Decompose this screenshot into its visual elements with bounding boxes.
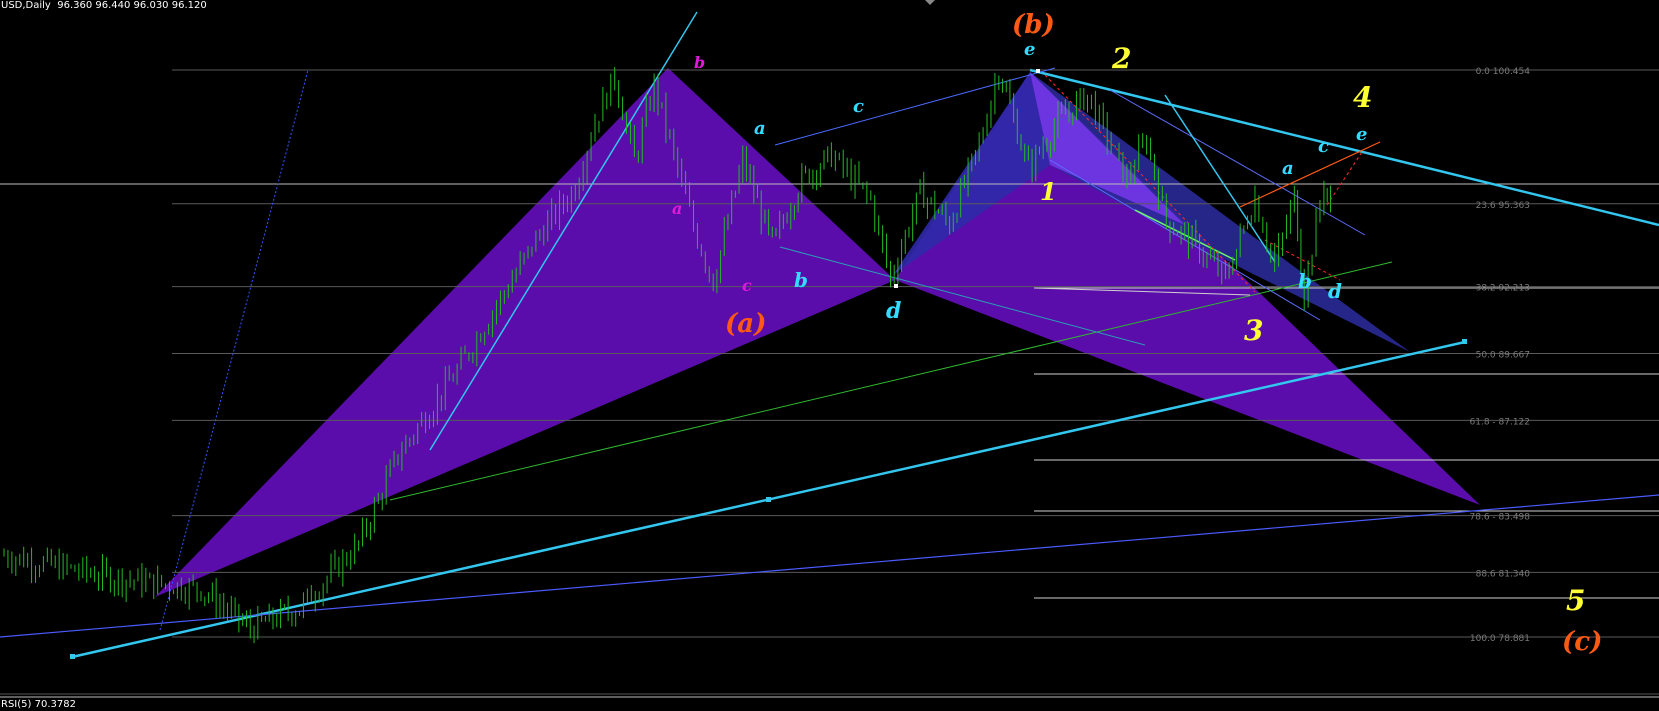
- wave-label-cyan-c2: c: [1318, 136, 1329, 157]
- ohlc-values: 96.360 96.440 96.030 96.120: [57, 0, 207, 11]
- price-chart[interactable]: 0.0 100.454 23.6 95.363 38.2 92.213 50.0 89…: [0, 0, 1659, 711]
- chart-header: USD,Daily 96.360 96.440 96.030 96.120: [1, 0, 207, 11]
- fib-label-2: 38.2 92.213: [1476, 284, 1530, 294]
- wave-label-magenta-b: b: [694, 53, 705, 72]
- wave-label-2: 2: [1111, 42, 1131, 75]
- wave-label-cyan-a2: a: [1282, 158, 1294, 179]
- fib-label-3: 50.0 89.667: [1476, 351, 1530, 361]
- anchor-left: [70, 654, 75, 659]
- anchor-e: [1036, 69, 1040, 73]
- wave-label-magenta-a: a: [672, 199, 682, 218]
- wave-label-cyan-d2: d: [1328, 279, 1342, 303]
- wave-label-cyan-e2: e: [1356, 124, 1367, 145]
- fib-label-6: 88.6 81.340: [1476, 569, 1531, 579]
- wave-label-1: 1: [1040, 177, 1057, 206]
- anchor-d: [894, 284, 898, 288]
- wave-label-5: 5: [1566, 584, 1585, 617]
- symbol-label: USD,Daily: [1, 0, 51, 11]
- wave-label-cyan-b: b: [794, 268, 808, 292]
- fib-label-1: 23.6 95.363: [1476, 201, 1530, 211]
- rsi-label: RSI(5) 70.3782: [1, 699, 76, 710]
- wave-label-cyan-c: c: [853, 96, 864, 117]
- wave-label-magenta-c: c: [742, 276, 752, 295]
- wave-label-b-paren: (b): [1012, 10, 1055, 40]
- fib-label-7: 100.0 78.881: [1470, 634, 1530, 644]
- wave-label-cyan-a: a: [754, 118, 766, 139]
- wave-label-4: 4: [1353, 81, 1372, 114]
- wave-label-a-paren: (a): [725, 309, 766, 339]
- anchor-right: [1462, 339, 1467, 344]
- wave-label-3: 3: [1244, 314, 1263, 347]
- wave-label-cyan-b2: b: [1298, 269, 1312, 293]
- wave-label-cyan-d: d: [886, 298, 901, 324]
- fib-label-5: 78.6 - 83.498: [1470, 513, 1531, 523]
- wave-label-c-paren: (c): [1562, 627, 1602, 657]
- fib-label-0: 0.0 100.454: [1476, 67, 1531, 77]
- wave-label-cyan-e: e: [1024, 39, 1035, 60]
- fib-label-4: 61.8 - 87.122: [1470, 417, 1531, 427]
- anchor-mid: [766, 497, 771, 502]
